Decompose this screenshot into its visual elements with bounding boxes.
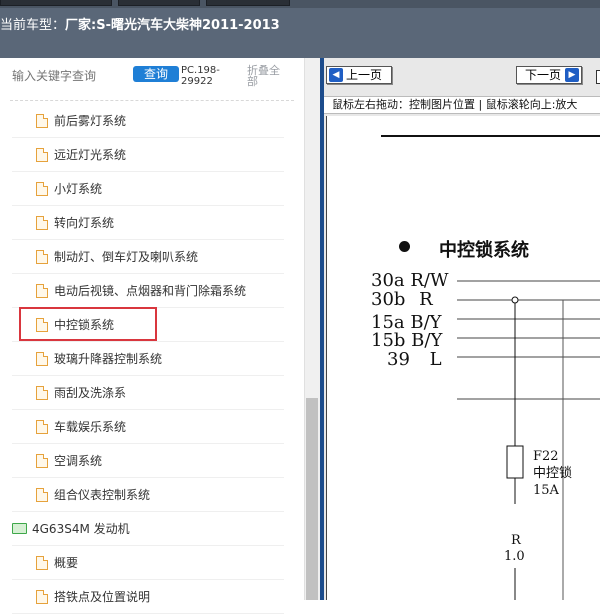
tree-item-instrument-cluster[interactable]: 组合仪表控制系统 — [12, 478, 284, 512]
fuse-id: F22 — [533, 449, 559, 464]
pin-wire-color: L — [429, 349, 442, 370]
viewer-nav-bar: ◀ 上一页 下一页 ▶ — [324, 58, 600, 94]
tree-item-label: 组合仪表控制系统 — [54, 488, 151, 502]
document-icon — [36, 250, 48, 264]
document-icon — [36, 488, 48, 502]
selection-highlight — [19, 307, 157, 341]
toolbar-button-3[interactable] — [206, 0, 290, 6]
tree-item-label: 小灯系统 — [54, 182, 103, 196]
tree-item-label: 电动后视镜、点烟器和背门除霜系统 — [54, 284, 247, 298]
pin-number: 39 — [387, 349, 410, 370]
current-vehicle: 当前车型：厂家:S-曙光汽车大柴神2011-2013 — [0, 14, 280, 33]
pin-wire-color: R/W — [410, 270, 449, 291]
tree-item-label: 空调系统 — [54, 454, 103, 468]
search-divider — [10, 100, 294, 101]
viewer-option-button[interactable] — [596, 70, 600, 84]
pin-number: 15b — [371, 330, 406, 351]
prev-page-button[interactable]: ◀ 上一页 — [326, 66, 392, 84]
next-page-button[interactable]: 下一页 ▶ — [516, 66, 582, 84]
search-row: 查询 PC.198-29922 折叠全部 — [0, 58, 304, 102]
tree-item-label: 玻璃升降器控制系统 — [54, 352, 163, 366]
query-button[interactable]: 查询 — [133, 66, 179, 82]
document-icon — [36, 590, 48, 604]
tree-item-label: 车载娱乐系统 — [54, 420, 127, 434]
tree-folder-engine[interactable]: 4G63S4M 发动机 — [12, 512, 284, 546]
tree-item-label: 4G63S4M 发动机 — [32, 522, 130, 536]
pin-wire-color: B/Y — [411, 330, 443, 351]
tree-item-wipers[interactable]: 雨刮及洗涤系 — [12, 376, 284, 410]
folder-open-icon — [12, 523, 27, 534]
current-vehicle-value: 厂家:S-曙光汽车大柴神2011-2013 — [65, 18, 280, 33]
document-icon — [36, 454, 48, 468]
wiring-lines — [381, 135, 600, 600]
scrollbar-thumb[interactable] — [306, 398, 318, 600]
title-bullet — [399, 241, 410, 252]
document-icon — [36, 420, 48, 434]
document-icon — [36, 216, 48, 230]
tree-item-mirrors-lighter-defrost[interactable]: 电动后视镜、点烟器和背门除霜系统 — [12, 274, 284, 308]
tree-item-turn-signals[interactable]: 转向灯系统 — [12, 206, 284, 240]
tree-item-small-lights[interactable]: 小灯系统 — [12, 172, 284, 206]
wire-color: R — [511, 533, 521, 548]
pin-number: 30b — [371, 289, 406, 310]
toolbar-button-1[interactable] — [0, 0, 112, 6]
fuse-name: 中控锁 — [533, 466, 573, 481]
document-icon — [36, 284, 48, 298]
diagram-viewer: ◀ 上一页 下一页 ▶ 鼠标左右拖动：控制图片位置 | 鼠标滚轮向上:放大 中控锁系… — [320, 58, 600, 600]
search-input[interactable] — [12, 67, 128, 85]
document-icon — [36, 556, 48, 570]
wiring-diagram[interactable]: 中控锁系统 30a R/W 30b R 15a B/Y 15b B/Y 39 L… — [326, 116, 600, 600]
pin-39: 39 L — [387, 351, 442, 369]
current-vehicle-label: 当前车型： — [0, 18, 66, 33]
tree-item-ground-points[interactable]: 搭铁点及位置说明 — [12, 580, 284, 614]
tree-item-label: 制动灯、倒车灯及喇叭系统 — [54, 250, 199, 264]
tree-item-headlights[interactable]: 远近灯光系统 — [12, 138, 284, 172]
pin-15b: 15b B/Y — [371, 332, 442, 350]
tree-item-label: 前后雾灯系统 — [54, 114, 127, 128]
wire-size: 1.0 — [504, 549, 525, 564]
prev-page-label: 上一页 — [346, 68, 383, 82]
document-icon — [36, 352, 48, 366]
tree-item-brake-reverse-horn[interactable]: 制动灯、倒车灯及喇叭系统 — [12, 240, 284, 274]
tree-item-label: 远近灯光系统 — [54, 148, 127, 162]
pin-30a: 30a R/W — [371, 272, 449, 290]
tree-item-label: 转向灯系统 — [54, 216, 115, 230]
pin-number: 30a — [371, 270, 405, 291]
app-header: 当前车型：厂家:S-曙光汽车大柴神2011-2013 — [0, 0, 600, 58]
sidebar: 查询 PC.198-29922 折叠全部 前后雾灯系统 远近灯光系统 小灯系统 … — [0, 58, 320, 614]
pin-30b: 30b R — [371, 291, 433, 309]
tree-item-overview[interactable]: 概要 — [12, 546, 284, 580]
tree-item-fog-lights[interactable]: 前后雾灯系统 — [12, 104, 284, 138]
next-page-label: 下一页 — [525, 68, 562, 82]
tree-item-window-lifter[interactable]: 玻璃升降器控制系统 — [12, 342, 284, 376]
document-icon — [36, 386, 48, 400]
tree-item-label: 搭铁点及位置说明 — [54, 590, 151, 604]
tree-item-air-conditioning[interactable]: 空调系统 — [12, 444, 284, 478]
document-icon — [36, 114, 48, 128]
viewer-hint: 鼠标左右拖动：控制图片位置 | 鼠标滚轮向上:放大 — [324, 96, 600, 114]
diagram-title: 中控锁系统 — [439, 240, 529, 261]
tree-item-entertainment[interactable]: 车载娱乐系统 — [12, 410, 284, 444]
tree-item-label: 概要 — [54, 556, 79, 570]
document-icon — [36, 148, 48, 162]
arrow-left-icon: ◀ — [329, 68, 343, 82]
document-icon — [36, 182, 48, 196]
pin-wire-color: R — [419, 289, 433, 310]
arrow-right-icon: ▶ — [565, 68, 580, 82]
collapse-all-link[interactable]: 折叠全部 — [247, 65, 287, 87]
pc-code: PC.198-29922 — [181, 65, 220, 87]
toolbar-button-2[interactable] — [118, 0, 200, 6]
fuse-rating: 15A — [533, 483, 559, 498]
tree-item-label: 雨刮及洗涤系 — [54, 386, 127, 400]
